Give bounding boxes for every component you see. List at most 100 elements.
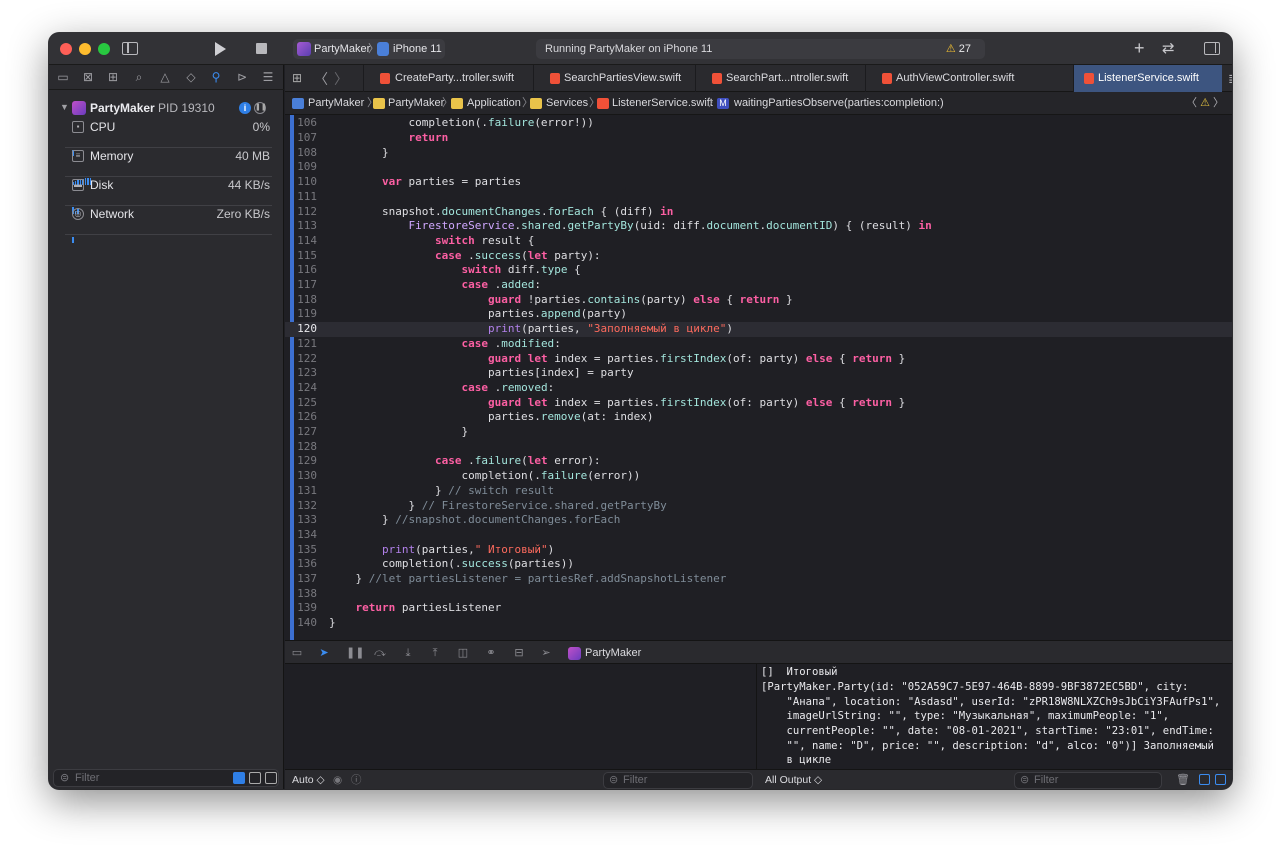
code-line-120[interactable]: 120 print(parties, "Заполняемый в цикле"… — [285, 322, 1232, 337]
next-issue-icon[interactable]: 〉 — [1213, 97, 1224, 109]
code-line-125[interactable]: 125 guard let index = parties.firstIndex… — [285, 396, 1232, 411]
minimize-window-button[interactable] — [79, 43, 91, 55]
code-line-134[interactable]: 134 — [285, 528, 1232, 543]
issue-icon[interactable]: △ — [158, 70, 172, 84]
tab-authviewcontroller[interactable]: AuthViewController.swift — [865, 65, 1033, 92]
line-number[interactable]: 110 — [285, 175, 317, 190]
line-number[interactable]: 108 — [285, 146, 317, 161]
gauge-memory[interactable]: ≡ Memory 40 MB — [49, 148, 284, 185]
navigator-filter-field[interactable]: ⊜ Filter — [53, 769, 279, 787]
variables-scope-popup[interactable]: Auto ◇ — [292, 770, 325, 789]
info-icon[interactable]: i — [239, 102, 251, 114]
code-line-114[interactable]: 114 switch result { — [285, 234, 1232, 249]
disclosure-triangle-icon[interactable]: ▼ — [60, 102, 69, 112]
jumpbar-method[interactable]: waitingPartiesObserve(parties:completion… — [734, 92, 944, 115]
step-over-icon[interactable]: ⤼ — [374, 647, 386, 659]
output-scope-popup[interactable]: All Output ◇ — [765, 770, 822, 789]
related-items-icon[interactable]: ⊞ — [292, 71, 302, 85]
code-line-106[interactable]: 106 completion(.failure(error!)) — [285, 116, 1232, 131]
view-hierarchy-icon[interactable]: ◫ — [457, 647, 469, 659]
close-window-button[interactable] — [60, 43, 72, 55]
info-icon[interactable]: ⓘ — [351, 770, 362, 789]
line-number[interactable]: 123 — [285, 366, 317, 381]
code-line-122[interactable]: 122 guard let index = parties.firstIndex… — [285, 352, 1232, 367]
code-line-124[interactable]: 124 case .removed: — [285, 381, 1232, 396]
line-number[interactable]: 109 — [285, 160, 317, 175]
code-line-139[interactable]: 139 return partiesListener — [285, 601, 1232, 616]
line-number[interactable]: 131 — [285, 484, 317, 499]
stop-icon[interactable] — [256, 43, 267, 54]
line-number[interactable]: 107 — [285, 131, 317, 146]
code-line-127[interactable]: 127 } — [285, 425, 1232, 440]
line-number[interactable]: 119 — [285, 307, 317, 322]
jumpbar-issue-nav[interactable]: 〈 ⚠ 〉 — [1186, 92, 1224, 115]
line-number[interactable]: 115 — [285, 249, 317, 264]
breakpoints-toggle-icon[interactable]: ➤ — [318, 647, 330, 659]
code-review-icon[interactable]: ⇄ — [1162, 38, 1175, 60]
code-line-116[interactable]: 116 switch diff.type { — [285, 263, 1232, 278]
line-number[interactable]: 116 — [285, 263, 317, 278]
code-line-121[interactable]: 121 case .modified: — [285, 337, 1232, 352]
line-number[interactable]: 130 — [285, 469, 317, 484]
step-out-icon[interactable]: ⤒ — [429, 647, 441, 659]
find-icon[interactable]: ⌕ — [132, 70, 146, 84]
code-line-110[interactable]: 110 var parties = parties — [285, 175, 1232, 190]
jumpbar-group[interactable]: Services — [546, 92, 588, 115]
report-icon[interactable]: ☰ — [261, 70, 275, 84]
code-line-113[interactable]: 113 FirestoreService.shared.getPartyBy(u… — [285, 219, 1232, 234]
filter-scm-icon[interactable] — [249, 772, 261, 784]
gauge-cpu[interactable]: ▪ CPU 0% — [49, 119, 284, 156]
line-number[interactable]: 120 — [285, 322, 317, 337]
show-console-icon[interactable] — [1215, 774, 1226, 785]
code-line-123[interactable]: 123 parties[index] = party — [285, 366, 1232, 381]
jumpbar-project[interactable]: PartyMaker — [308, 92, 364, 115]
line-number[interactable]: 112 — [285, 205, 317, 220]
code-line-107[interactable]: 107 return — [285, 131, 1232, 146]
line-number[interactable]: 128 — [285, 440, 317, 455]
line-number[interactable]: 117 — [285, 278, 317, 293]
line-number[interactable]: 140 — [285, 616, 317, 631]
code-line-140[interactable]: 140} — [285, 616, 1232, 631]
location-icon[interactable]: ➢ — [540, 647, 552, 659]
line-number[interactable]: 126 — [285, 410, 317, 425]
folder-icon[interactable]: ▭ — [56, 70, 70, 84]
code-line-119[interactable]: 119 parties.append(party) — [285, 307, 1232, 322]
console-filter-field[interactable]: ⊜ Filter — [1014, 772, 1162, 789]
gauge-network[interactable]: ◎ Network Zero KB/s — [49, 206, 284, 243]
debug-target-name[interactable]: PartyMaker — [585, 641, 641, 665]
eye-icon[interactable]: ◉ — [333, 770, 342, 789]
editor-options-icon[interactable]: ≣ — [1228, 71, 1232, 87]
tab-listenerservice[interactable]: ListenerService.swift — [1073, 65, 1222, 92]
run-icon[interactable] — [215, 42, 226, 56]
debug-navigator-icon[interactable]: ⚲ — [209, 70, 223, 84]
source-control-icon[interactable]: ⊠ — [81, 70, 95, 84]
code-line-133[interactable]: 133 } //snapshot.documentChanges.forEach — [285, 513, 1232, 528]
test-icon[interactable]: ◇ — [184, 70, 198, 84]
scheme-selector[interactable]: PartyMaker 〉 iPhone 11 — [293, 39, 445, 59]
activity-viewer[interactable]: Running PartyMaker on iPhone 11 ⚠ 27 — [536, 39, 985, 59]
variables-filter-field[interactable]: ⊜ Filter — [603, 772, 753, 789]
filter-recent-icon[interactable] — [233, 772, 245, 784]
toggle-navigator-icon[interactable] — [122, 42, 138, 55]
environment-icon[interactable]: ⊟ — [513, 647, 525, 659]
variables-view[interactable] — [285, 664, 757, 769]
jumpbar-group[interactable]: Application — [467, 92, 521, 115]
code-line-115[interactable]: 115 case .success(let party): — [285, 249, 1232, 264]
code-line-118[interactable]: 118 guard !parties.contains(party) else … — [285, 293, 1232, 308]
jumpbar-group[interactable]: PartyMaker — [388, 92, 444, 115]
pause-icon[interactable]: ❚❚ — [346, 647, 364, 659]
code-line-128[interactable]: 128 — [285, 440, 1232, 455]
line-number[interactable]: 139 — [285, 601, 317, 616]
gauge-disk[interactable]: ▬ Disk 44 KB/s — [49, 177, 284, 214]
line-number[interactable]: 136 — [285, 557, 317, 572]
filter-unsaved-icon[interactable] — [265, 772, 277, 784]
line-number[interactable]: 122 — [285, 352, 317, 367]
hide-debug-area-icon[interactable]: ▭ — [291, 647, 303, 659]
tab-searchparties-controller[interactable]: SearchPart...ntroller.swift — [695, 65, 865, 92]
code-line-108[interactable]: 108 } — [285, 146, 1232, 161]
console-output[interactable]: [] Итоговый [PartyMaker.Party(id: "052A5… — [758, 664, 1232, 769]
trash-icon[interactable]: 🗑 — [1176, 770, 1190, 789]
jumpbar-file[interactable]: ListenerService.swift — [612, 92, 713, 115]
line-number[interactable]: 137 — [285, 572, 317, 587]
process-row[interactable]: ▼ PartyMaker PID 19310 i ❚❚ — [49, 100, 284, 118]
